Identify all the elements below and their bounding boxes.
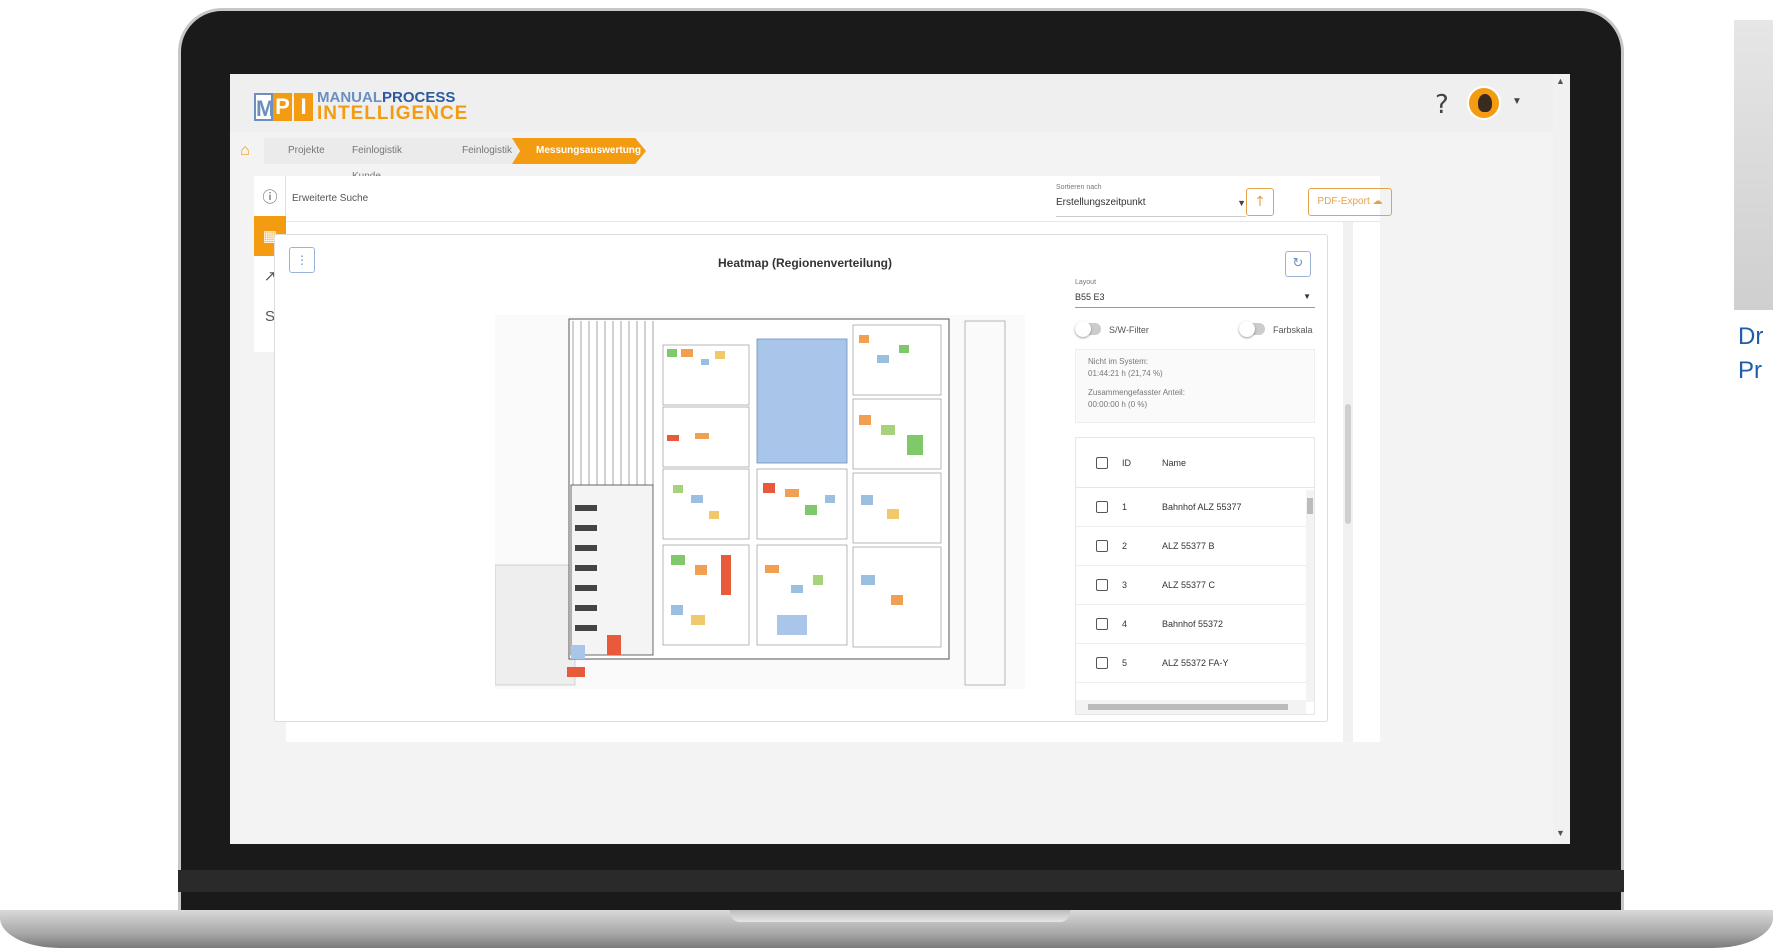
row-id: 3 [1122, 580, 1128, 590]
app-header: M P I MANUALPROCESS INTELLIGENCE ? ▼ [230, 74, 1570, 132]
row-checkbox[interactable] [1096, 657, 1108, 669]
floor-plan-heatmap[interactable] [495, 315, 1025, 689]
row-name: Bahnhof 55372 [1162, 619, 1224, 629]
table-row[interactable]: 3 ALZ 55377 C [1076, 566, 1314, 605]
stats-box: Nicht im System: 01:44:21 h (21,74 %) Zu… [1075, 349, 1315, 423]
side-text-line-1: Dr [1738, 323, 1764, 350]
sort-select[interactable]: Erstellungszeitpunkt ▼ [1056, 196, 1246, 217]
laptop-notch [730, 910, 1070, 922]
table-hscrollbar-thumb[interactable] [1088, 704, 1288, 710]
stat-label: Nicht im System: [1088, 357, 1149, 366]
layout-label: Layout [1075, 279, 1097, 286]
row-name: Bahnhof ALZ 55377 [1162, 502, 1242, 512]
stat-value: 00:00:00 h (0 %) [1088, 400, 1148, 409]
app-screen: M P I MANUALPROCESS INTELLIGENCE ? ▼ ⌂ P… [230, 74, 1570, 844]
column-header-id[interactable]: ID [1122, 457, 1162, 469]
heatmap-card: ⋮ Heatmap (Regionenverteilung) ↻ Layout … [274, 234, 1328, 722]
sort-label: Sortieren nach [1056, 184, 1102, 191]
farbskala-toggle[interactable] [1239, 321, 1265, 337]
table-row[interactable]: 2 ALZ 55377 B [1076, 527, 1314, 566]
side-text-line-2: Pr [1738, 357, 1762, 384]
row-id: 1 [1122, 502, 1128, 512]
row-checkbox[interactable] [1096, 618, 1108, 630]
regions-table: ID Name 1 Bahnhof ALZ 55377 2 ALZ 55377 … [1075, 437, 1315, 715]
home-icon[interactable]: ⌂ [230, 138, 260, 164]
breadcrumb-item[interactable]: Feinlogistik Kunde [328, 138, 442, 182]
cloud-upload-icon: ☁ [1372, 196, 1383, 207]
row-checkbox[interactable] [1096, 540, 1108, 552]
row-name: ALZ 55372 FA-Y [1162, 658, 1229, 668]
logo-text: MANUALPROCESS INTELLIGENCE [317, 90, 468, 123]
row-id: 4 [1122, 619, 1128, 629]
farbskala-label: Farbskala [1273, 325, 1313, 335]
stat-label: Zusammengefasster Anteil: [1088, 388, 1185, 397]
row-id: 2 [1122, 541, 1128, 551]
logo-letter-p: P [273, 92, 292, 121]
advanced-search[interactable]: Erweiterte Suche [292, 192, 368, 206]
pdf-export-label: PDF-Export [1317, 196, 1370, 207]
sw-filter-label: S/W-Filter [1109, 325, 1149, 335]
select-all-checkbox[interactable] [1096, 456, 1108, 469]
info-icon[interactable]: ⓘ [254, 176, 286, 216]
table-row[interactable]: 5 ALZ 55372 FA-Y [1076, 644, 1314, 683]
breadcrumb-item[interactable]: Projekte [264, 138, 332, 164]
breadcrumb: ⌂ Projekte Feinlogistik Kunde Feinlogist… [230, 132, 1570, 182]
chevron-down-icon: ▼ [1303, 292, 1311, 301]
row-name: ALZ 55377 B [1162, 541, 1215, 551]
sw-filter-toggle[interactable] [1075, 321, 1101, 337]
chevron-down-icon[interactable]: ▼ [1512, 96, 1522, 107]
pdf-export-button[interactable]: PDF-Export ☁ [1308, 188, 1392, 216]
logo-letter-m: M [254, 92, 274, 121]
app-logo[interactable]: M P I MANUALPROCESS INTELLIGENCE [254, 90, 468, 123]
table-row[interactable]: 4 Bahnhof 55372 [1076, 605, 1314, 644]
logo-letter-i: I [294, 92, 313, 121]
sort-direction-button[interactable]: ↑ [1246, 188, 1274, 216]
scroll-up-icon[interactable]: ▲ [1556, 76, 1565, 86]
scroll-down-icon[interactable]: ▼ [1556, 828, 1565, 838]
laptop-mockup: M P I MANUALPROCESS INTELLIGENCE ? ▼ ⌂ P… [0, 0, 1773, 948]
refresh-icon[interactable]: ↻ [1285, 251, 1311, 277]
row-checkbox[interactable] [1096, 579, 1108, 591]
layout-select[interactable]: B55 E3 ▼ [1075, 291, 1315, 308]
row-checkbox[interactable] [1096, 501, 1108, 513]
table-header: ID Name [1076, 438, 1314, 488]
help-icon[interactable]: ? [1435, 90, 1449, 120]
sort-value: Erstellungszeitpunkt [1056, 197, 1146, 208]
more-options-icon[interactable]: ⋮ [289, 247, 315, 273]
breadcrumb-item-active[interactable]: Messungsauswertung [512, 138, 646, 164]
logo-mark: M P I [254, 92, 313, 121]
page-scrollbar[interactable] [1553, 74, 1570, 844]
row-id: 5 [1122, 658, 1128, 668]
table-row[interactable]: 1 Bahnhof ALZ 55377 [1076, 488, 1314, 527]
stat-value: 01:44:21 h (21,74 %) [1088, 369, 1163, 378]
content-scrollbar-thumb[interactable] [1345, 404, 1351, 524]
laptop-bezel [178, 870, 1624, 892]
avatar[interactable] [1467, 86, 1501, 120]
filter-bar: Erweiterte Suche Sortieren nach Erstellu… [286, 176, 1392, 222]
table-scrollbar-thumb[interactable] [1307, 498, 1313, 514]
card-title: Heatmap (Regionenverteilung) [717, 256, 893, 270]
column-header-name[interactable]: Name [1162, 457, 1186, 469]
logo-line-2: INTELLIGENCE [317, 103, 469, 124]
layout-value: B55 E3 [1075, 292, 1105, 302]
breadcrumb-item[interactable]: Feinlogistik [438, 138, 518, 164]
person-photo [1734, 20, 1773, 310]
table-scrollbar[interactable] [1306, 490, 1314, 702]
row-name: ALZ 55377 C [1162, 580, 1216, 590]
chevron-down-icon: ▼ [1237, 198, 1246, 208]
